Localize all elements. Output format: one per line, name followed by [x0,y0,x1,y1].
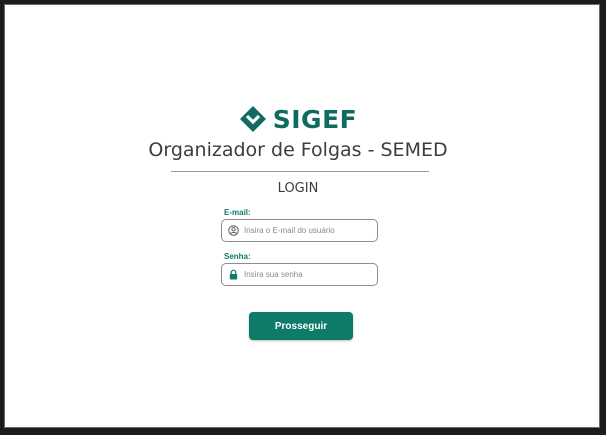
brand-logo: SIGEF [5,102,599,136]
submit-button[interactable]: Prosseguir [249,312,353,340]
app-title: Organizador de Folgas - SEMED [148,139,448,161]
email-label: E-mail: [224,208,251,217]
user-circle-icon [228,225,239,236]
email-input[interactable] [244,226,364,235]
diamond-chevron-icon [239,106,266,132]
title-divider [171,171,429,172]
brand-name: SIGEF [272,104,358,134]
password-input[interactable] [244,270,364,279]
email-field[interactable] [221,219,378,242]
lock-icon [229,269,238,280]
password-label: Senha: [224,252,251,261]
password-field[interactable] [221,263,378,286]
login-window: SIGEF Organizador de Folgas - SEMED LOGI… [4,4,600,428]
login-heading: LOGIN [277,181,319,196]
